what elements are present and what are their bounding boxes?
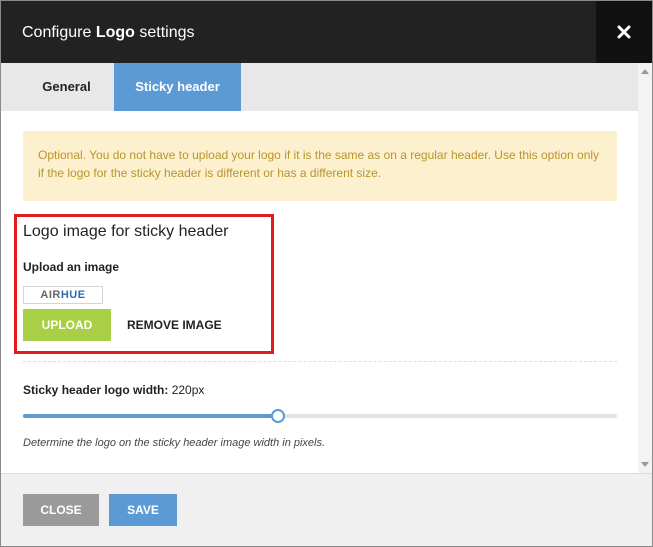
logo-thumb-text-a: AIR xyxy=(40,289,61,301)
modal-title: Configure Logo settings xyxy=(22,23,195,43)
save-button[interactable]: SAVE xyxy=(109,494,177,526)
modal-title-bold: Logo xyxy=(95,24,135,41)
configure-logo-modal: Configure Logo settings General Sticky h… xyxy=(0,0,653,547)
tab-bar: General Sticky header xyxy=(1,63,638,111)
vertical-scrollbar[interactable] xyxy=(638,63,652,473)
logo-width-slider[interactable] xyxy=(23,409,617,423)
modal-header: Configure Logo settings xyxy=(1,1,652,63)
optional-notice: Optional. You do not have to upload your… xyxy=(23,131,617,201)
logo-width-value: 220px xyxy=(171,383,205,397)
slider-thumb[interactable] xyxy=(271,409,285,423)
modal-body[interactable]: General Sticky header Optional. You do n… xyxy=(1,63,652,473)
modal-footer: CLOSE SAVE xyxy=(1,473,652,546)
scroll-down-arrow-icon[interactable] xyxy=(641,462,649,467)
slider-fill xyxy=(23,414,278,418)
remove-image-button[interactable]: REMOVE IMAGE xyxy=(127,309,222,341)
modal-close-button[interactable] xyxy=(596,1,652,63)
modal-title-prefix: Configure xyxy=(22,24,96,41)
scroll-up-arrow-icon[interactable] xyxy=(641,69,649,74)
modal-title-suffix: settings xyxy=(134,24,195,41)
upload-image-label: Upload an image xyxy=(23,260,120,274)
close-button[interactable]: CLOSE xyxy=(23,494,99,526)
upload-button[interactable]: UPLOAD xyxy=(23,309,111,341)
logo-width-help: Determine the logo on the sticky header … xyxy=(23,437,326,449)
tab-sticky-header[interactable]: Sticky header xyxy=(114,63,241,111)
close-icon xyxy=(617,25,631,39)
tab-general[interactable]: General xyxy=(19,63,114,111)
logo-section-title: Logo image for sticky header xyxy=(23,223,229,240)
logo-width-label-text: Sticky header logo width: xyxy=(23,383,169,397)
logo-thumb-text-b: HUE xyxy=(60,289,86,301)
section-divider xyxy=(23,361,617,362)
logo-thumbnail: AIR HUE xyxy=(23,286,103,304)
logo-width-label: Sticky header logo width: 220px xyxy=(23,383,204,397)
